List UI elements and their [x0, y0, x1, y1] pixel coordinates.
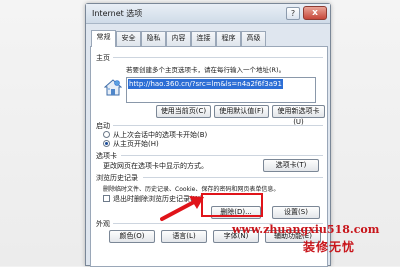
tab-strip: 常规 安全 隐私 内容 连接 程序 高级	[91, 30, 327, 47]
use-default-button[interactable]: 使用默认值(F)	[214, 105, 269, 118]
tab-general[interactable]: 常规	[91, 30, 116, 47]
history-settings-button[interactable]: 设置(S)	[272, 206, 320, 219]
watermark-url: www.zhuangxiu518.com	[232, 223, 380, 236]
window-title: Internet 选项	[92, 9, 143, 18]
divider	[113, 57, 323, 58]
startup-home-page-radio[interactable]	[103, 140, 110, 147]
history-section-label: 浏览历史记录	[96, 174, 138, 182]
home-description: 若要创建多个主页选项卡，请在每行输入一个地址(R)。	[126, 66, 286, 74]
red-arrow-icon	[160, 196, 204, 221]
languages-button[interactable]: 语言(L)	[161, 230, 207, 243]
help-button[interactable]: ?	[286, 7, 300, 20]
tab-connections[interactable]: 连接	[191, 31, 216, 46]
delete-on-exit-checkbox[interactable]	[103, 195, 110, 202]
tabs-description: 更改网页在选项卡中显示的方式。	[103, 162, 208, 170]
tabs-section-label: 选项卡	[96, 152, 117, 160]
use-current-button[interactable]: 使用当前页(C)	[156, 105, 211, 118]
colors-button[interactable]: 颜色(O)	[109, 230, 155, 243]
use-new-tab-button[interactable]: 使用新选项卡(U)	[272, 105, 325, 126]
startup-last-session-radio[interactable]	[103, 131, 110, 138]
home-page-url: http://hao.360.cn/?src=lm&ls=n4a2f6f3a91	[128, 79, 283, 89]
watermark-text: 装修无忧	[303, 240, 356, 254]
divider	[143, 177, 323, 178]
tab-advanced[interactable]: 高级	[241, 31, 266, 46]
appearance-section-label: 外观	[96, 220, 110, 228]
divider	[121, 155, 323, 156]
tab-security[interactable]: 安全	[116, 31, 141, 46]
startup-section-label: 启动	[96, 122, 110, 130]
tab-programs[interactable]: 程序	[216, 31, 241, 46]
home-page-icon	[104, 79, 122, 96]
home-page-url-field[interactable]: http://hao.360.cn/?src=lm&ls=n4a2f6f3a91	[126, 77, 316, 103]
close-button[interactable]: x	[303, 6, 327, 20]
title-bar: Internet 选项 ? x	[86, 4, 330, 24]
delete-button-highlight	[201, 193, 263, 217]
divider	[113, 125, 323, 126]
home-section-label: 主页	[96, 54, 110, 62]
tabs-settings-button[interactable]: 选项卡(T)	[263, 159, 319, 172]
startup-home-page-label: 从主页开始(H)	[113, 140, 159, 148]
tab-content[interactable]: 内容	[166, 31, 191, 46]
tab-privacy[interactable]: 隐私	[141, 31, 166, 46]
